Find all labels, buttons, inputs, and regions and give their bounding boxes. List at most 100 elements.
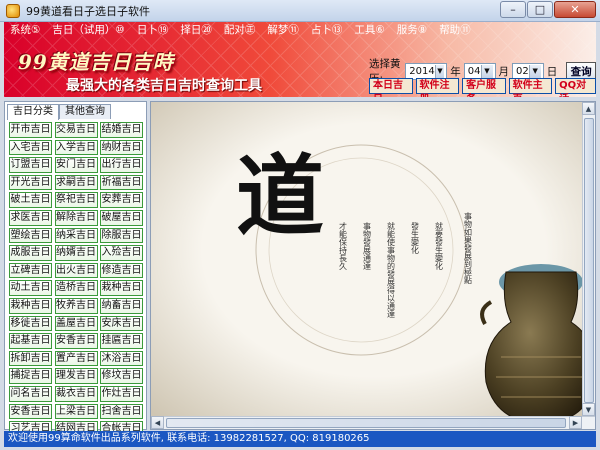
poem-line: 就能使事物的發展得以通達 <box>387 221 396 319</box>
category-button[interactable]: 成服吉日 <box>9 245 52 261</box>
quick-button[interactable]: 客户服务 <box>462 78 506 97</box>
category-button[interactable]: 纳婿吉日 <box>54 245 98 261</box>
header-banner: 系统⑤ 吉日（试用）⑩ 日卜⑲ 择日⑳ 配对㊣ 解梦⑪ 占卜⑬ 工具⑥ 服务⑧ 帮助⑪ 99黄道吉… <box>4 22 596 97</box>
month-select[interactable]: 04 ▼ <box>463 62 496 80</box>
poem-line: 就要發生變化 <box>435 221 444 271</box>
category-button[interactable]: 牧养吉日 <box>54 297 98 314</box>
category-button[interactable]: 入宅吉日 <box>9 139 52 156</box>
quick-button[interactable]: 本日吉日 <box>369 78 413 97</box>
menu-item[interactable]: 占卜⑬ <box>305 22 349 39</box>
horizontal-scroll-thumb[interactable] <box>166 418 566 428</box>
quick-button[interactable]: 软件注册 <box>415 78 460 97</box>
category-button[interactable]: 栽种吉日 <box>9 297 52 314</box>
category-button[interactable]: 出火吉日 <box>54 262 98 279</box>
menu-item[interactable]: 配对㊣ <box>218 22 262 39</box>
category-button[interactable]: 安香吉日 <box>54 333 98 349</box>
category-button[interactable]: 求医吉日 <box>9 209 52 226</box>
menu-item[interactable]: 择日⑳ <box>174 22 218 39</box>
category-button[interactable]: 置产吉日 <box>54 350 98 367</box>
category-button[interactable]: 入殓吉日 <box>100 245 143 261</box>
category-button[interactable]: 解除吉日 <box>54 209 98 226</box>
category-button[interactable]: 盖屋吉日 <box>54 315 98 332</box>
month-value: 04 <box>467 65 481 77</box>
quick-button[interactable]: QQ对话 <box>555 78 596 97</box>
category-button[interactable]: 理发吉日 <box>54 368 98 384</box>
category-button[interactable]: 移徙吉日 <box>9 315 52 332</box>
brand-logo: 99黄道吉日吉時 <box>18 50 174 74</box>
category-button[interactable]: 作灶吉日 <box>100 385 143 402</box>
category-button[interactable]: 安葬吉日 <box>100 192 143 208</box>
category-button[interactable]: 订盟吉日 <box>9 157 52 173</box>
category-button[interactable]: 立碑吉日 <box>9 262 52 279</box>
artwork: 道 事物如果發展到極點 就要發生變化 發生變化 就能使事物的發展得以通達 事物發展通達 才… <box>151 102 595 429</box>
category-button[interactable]: 除服吉日 <box>100 227 143 244</box>
horizontal-scrollbar[interactable]: ◀ ▶ <box>151 416 595 429</box>
category-button[interactable]: 栽种吉日 <box>100 280 143 296</box>
quick-buttons: 本日吉日软件注册客户服务软件主页QQ对话 <box>369 78 596 97</box>
category-button[interactable]: 祈福吉日 <box>100 174 143 191</box>
menu-item[interactable]: 工具⑥ <box>348 22 390 39</box>
minimize-button[interactable]: – <box>500 1 526 18</box>
menu-item[interactable]: 系统⑤ <box>4 22 46 39</box>
category-button[interactable]: 扫舍吉日 <box>100 403 143 420</box>
year-select[interactable]: 2014 ▼ <box>405 62 448 80</box>
quick-button[interactable]: 软件主页 <box>508 78 553 97</box>
category-button[interactable]: 安香吉日 <box>9 403 52 420</box>
category-button[interactable]: 挂匾吉日 <box>100 333 143 349</box>
menu-item[interactable]: 帮助⑪ <box>433 22 477 39</box>
app-icon <box>6 3 20 18</box>
category-button[interactable]: 祭祀吉日 <box>54 192 98 208</box>
category-button[interactable]: 沐浴吉日 <box>100 350 143 367</box>
category-button[interactable]: 破屋吉日 <box>100 209 143 226</box>
category-button[interactable]: 拆卸吉日 <box>9 350 52 367</box>
category-button[interactable]: 修造吉日 <box>100 262 143 279</box>
maximize-button[interactable]: □ <box>527 1 553 18</box>
category-button[interactable]: 纳畜吉日 <box>100 297 143 314</box>
day-select[interactable]: 02 ▼ <box>512 62 544 80</box>
category-button[interactable]: 问名吉日 <box>9 385 52 402</box>
scroll-down-icon[interactable]: ▼ <box>582 403 595 416</box>
scroll-up-icon[interactable]: ▲ <box>582 102 595 115</box>
vertical-scrollbar[interactable]: ▲ ▼ <box>582 102 595 429</box>
category-button[interactable]: 破土吉日 <box>9 192 52 208</box>
category-button[interactable]: 求嗣吉日 <box>54 174 98 191</box>
category-button[interactable]: 入学吉日 <box>54 139 98 156</box>
category-button[interactable]: 出行吉日 <box>100 157 143 173</box>
close-button[interactable]: ✕ <box>554 1 596 18</box>
category-button[interactable]: 造桥吉日 <box>54 280 98 296</box>
menu-item[interactable]: 服务⑧ <box>391 22 433 39</box>
category-button[interactable]: 裁衣吉日 <box>54 385 98 402</box>
scroll-left-icon[interactable]: ◀ <box>151 416 164 429</box>
menu-item[interactable]: 日卜⑲ <box>131 22 175 39</box>
chevron-down-icon: ▼ <box>434 64 445 78</box>
scroll-right-icon[interactable]: ▶ <box>569 416 582 429</box>
menu-item[interactable]: 解梦⑪ <box>261 22 305 39</box>
category-button[interactable]: 结婚吉日 <box>100 122 143 138</box>
category-panel: 吉日分类 其他查询 开市吉日 交易吉日 结婚吉日入宅吉日 入学吉日 纳财吉日订盟吉日 安门吉… <box>4 101 147 437</box>
category-button[interactable]: 纳财吉日 <box>100 139 143 156</box>
category-button[interactable]: 交易吉日 <box>54 122 98 138</box>
category-button[interactable]: 安床吉日 <box>100 315 143 332</box>
category-button[interactable]: 塑绘吉日 <box>9 227 52 244</box>
tab-other-queries[interactable]: 其他查询 <box>59 104 111 119</box>
category-button[interactable]: 安门吉日 <box>54 157 98 173</box>
day-value: 02 <box>516 65 529 77</box>
category-button[interactable]: 捕捉吉日 <box>9 368 52 384</box>
content-area: 道 事物如果發展到極點 就要發生變化 發生變化 就能使事物的發展得以通達 事物發展通達 才… <box>150 101 596 430</box>
window-title: 99黄道看日子选日子软件 <box>26 4 150 18</box>
menu-item[interactable]: 吉日（试用）⑩ <box>46 22 130 39</box>
title-bar: 99黄道看日子选日子软件 – □ ✕ <box>0 0 600 22</box>
chevron-down-icon: ▼ <box>480 64 493 78</box>
category-button[interactable]: 上梁吉日 <box>54 403 98 420</box>
vertical-scroll-thumb[interactable] <box>584 118 594 403</box>
category-button[interactable]: 开市吉日 <box>9 122 52 138</box>
category-button[interactable]: 开光吉日 <box>9 174 52 191</box>
year-value: 2014 <box>409 65 435 77</box>
category-button[interactable]: 起基吉日 <box>9 333 52 349</box>
category-button[interactable]: 修坟吉日 <box>100 368 143 384</box>
poem-line: 事物如果發展到極點 <box>464 211 473 285</box>
tab-categories[interactable]: 吉日分类 <box>7 104 59 120</box>
poem-line: 發生變化 <box>411 222 420 255</box>
category-button[interactable]: 动土吉日 <box>9 280 52 296</box>
category-button[interactable]: 纳采吉日 <box>54 227 98 244</box>
